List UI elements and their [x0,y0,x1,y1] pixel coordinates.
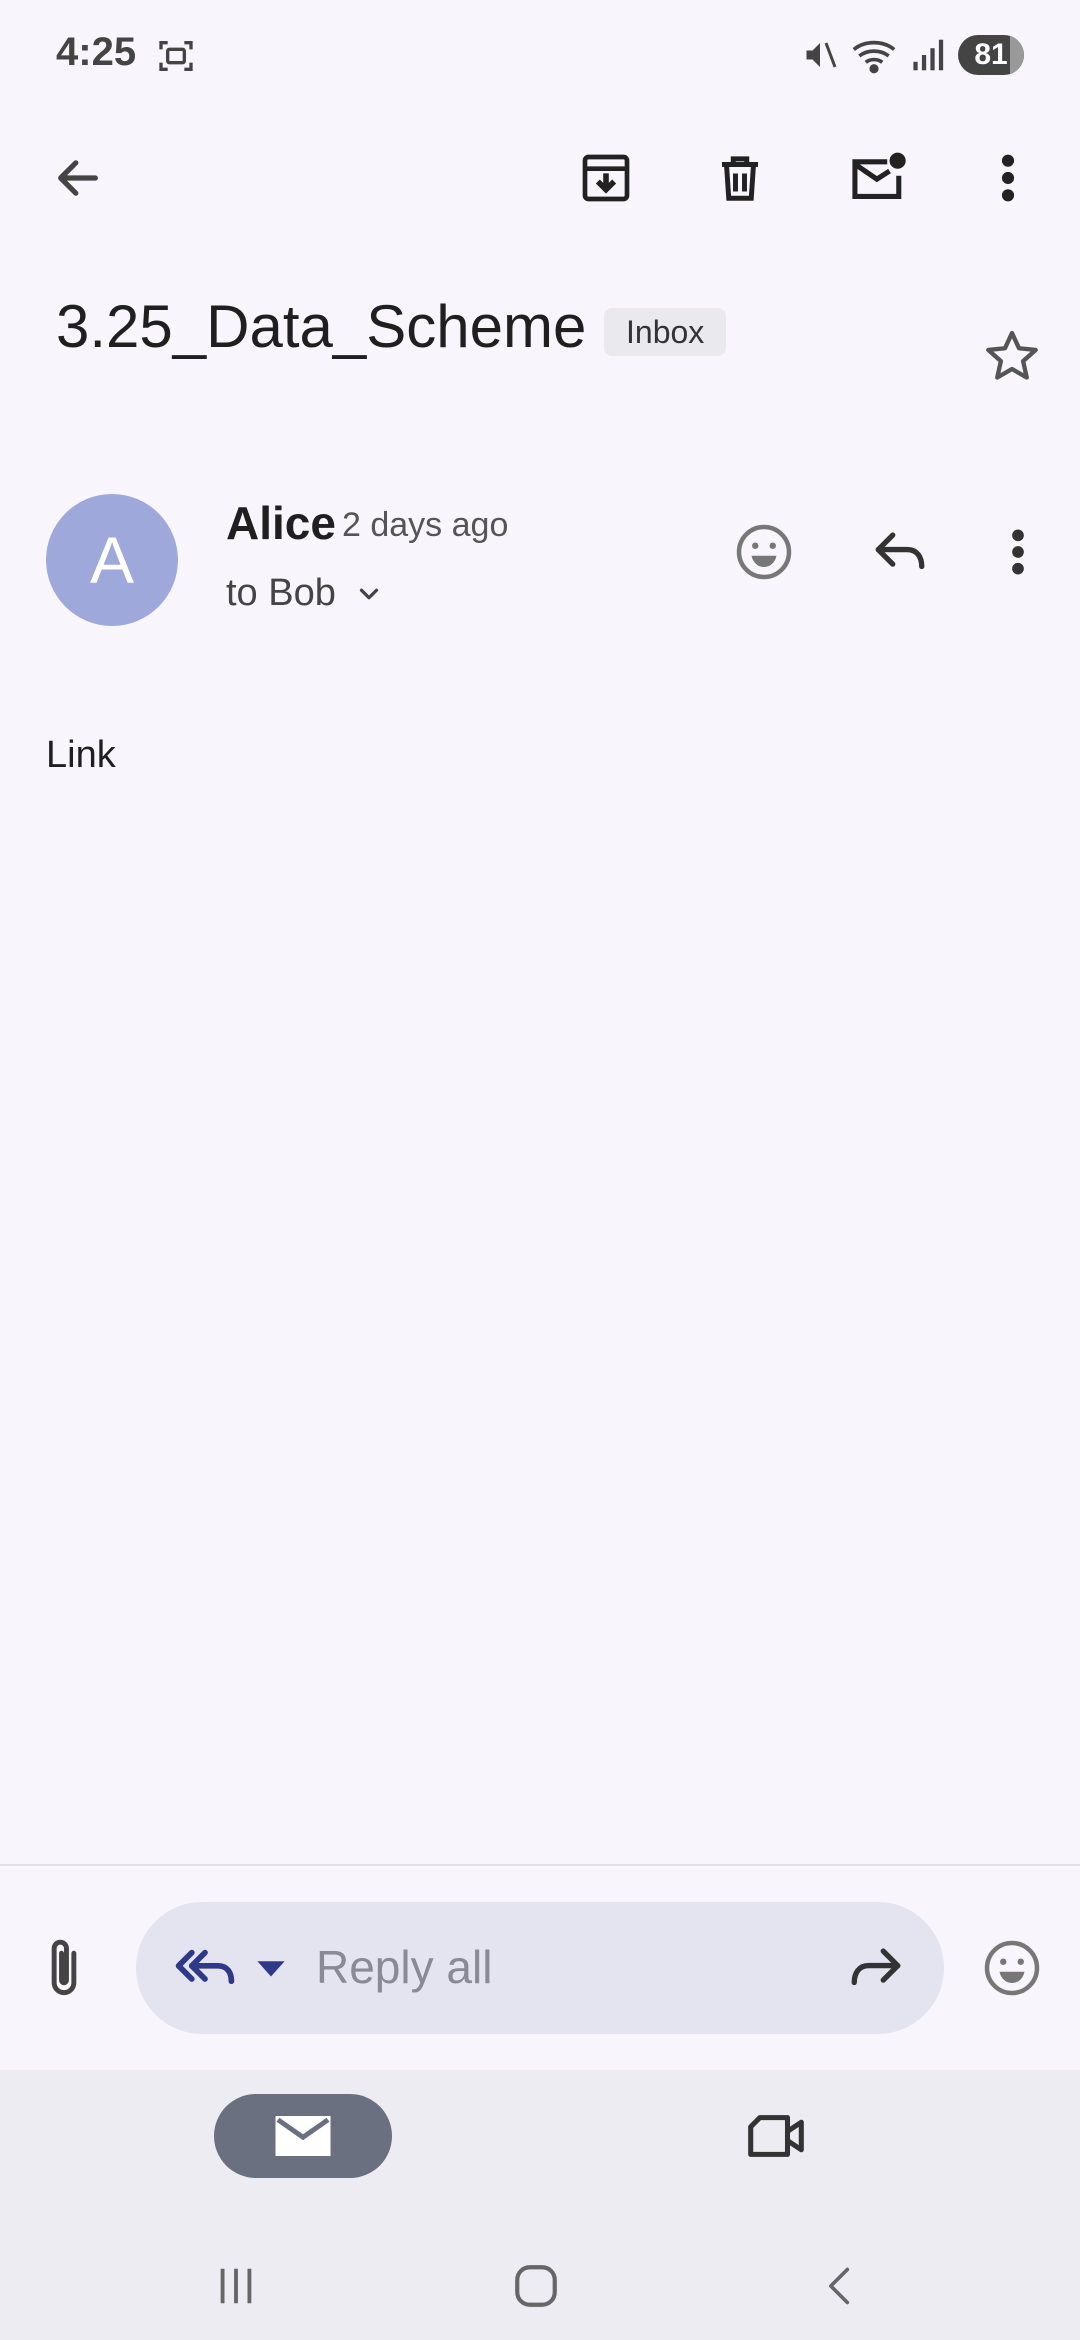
reply-all-button[interactable] [172,1936,242,2000]
nav-mail-tab[interactable] [214,2094,392,2178]
email-subject: 3.25_Data_Scheme [56,293,587,360]
recipients-text: to Bob [226,572,336,614]
screenshot-icon [156,36,196,76]
more-options-icon [1001,154,1015,202]
delete-icon [722,156,758,201]
battery-level: 81 [974,38,1008,71]
reply-input[interactable]: Reply all [316,1940,492,1994]
wifi-icon [852,40,896,74]
reply-button[interactable] [860,512,940,592]
mark-unread-icon [852,152,906,199]
reply-all-icon [175,1949,235,1985]
chevron-down-icon [359,588,378,599]
add-reaction-button[interactable] [724,512,804,592]
message-more-button[interactable] [978,512,1058,592]
reply-bar[interactable]: Reply all [136,1902,944,2034]
back-arrow-icon [58,160,98,196]
sent-time: 2 days ago [342,506,509,544]
mail-icon [275,2116,331,2156]
paperclip-icon [51,1939,77,1996]
emoji-button[interactable] [972,1928,1052,2008]
status-time: 4:25 [56,30,137,74]
system-back-button[interactable] [800,2246,880,2326]
emoji-icon [984,1940,1040,1996]
star-icon [986,330,1038,380]
bottom-navigation [0,2070,1080,2340]
inbox-label-chip[interactable]: Inbox [604,308,727,356]
reply-icon [875,532,925,570]
dropdown-arrow-icon [257,1961,285,1977]
emoji-icon [736,524,792,580]
more-options-icon [1012,529,1024,575]
recipients-toggle[interactable]: to Bob [226,572,384,615]
attach-button[interactable] [24,1928,104,2008]
sender-name: Alice [226,497,336,549]
reply-mode-dropdown[interactable] [254,1954,288,1982]
home-button[interactable] [496,2246,576,2326]
meet-icon [748,2115,804,2157]
archive-icon [582,154,630,202]
home-icon [515,2265,557,2307]
star-button[interactable] [972,316,1052,396]
recent-apps-button[interactable] [196,2246,276,2326]
back-button[interactable] [38,138,118,218]
avatar-initial: A [89,523,135,597]
chevron-left-icon [829,2267,850,2305]
email-body[interactable]: Link [46,734,116,777]
more-options-button[interactable] [968,138,1048,218]
battery-icon: 81 [958,35,1024,75]
delete-button[interactable] [700,138,780,218]
forward-button[interactable] [836,1928,916,2008]
status-icons: 81 [802,30,1024,80]
status-bar: 4:25 81 [0,0,1080,110]
archive-button[interactable] [566,138,646,218]
email-detail-screen: 4:25 81 3.25_Data_Scheme Inbox A Alice 2… [0,0,1080,2340]
nav-meet-tab[interactable] [736,2096,816,2176]
mark-unread-button[interactable] [838,138,918,218]
recent-apps-icon [220,2268,252,2304]
sender-avatar[interactable]: A [46,494,178,626]
divider [0,1864,1080,1866]
signal-icon [913,39,944,71]
forward-icon [851,1948,901,1986]
mute-icon [806,42,837,68]
